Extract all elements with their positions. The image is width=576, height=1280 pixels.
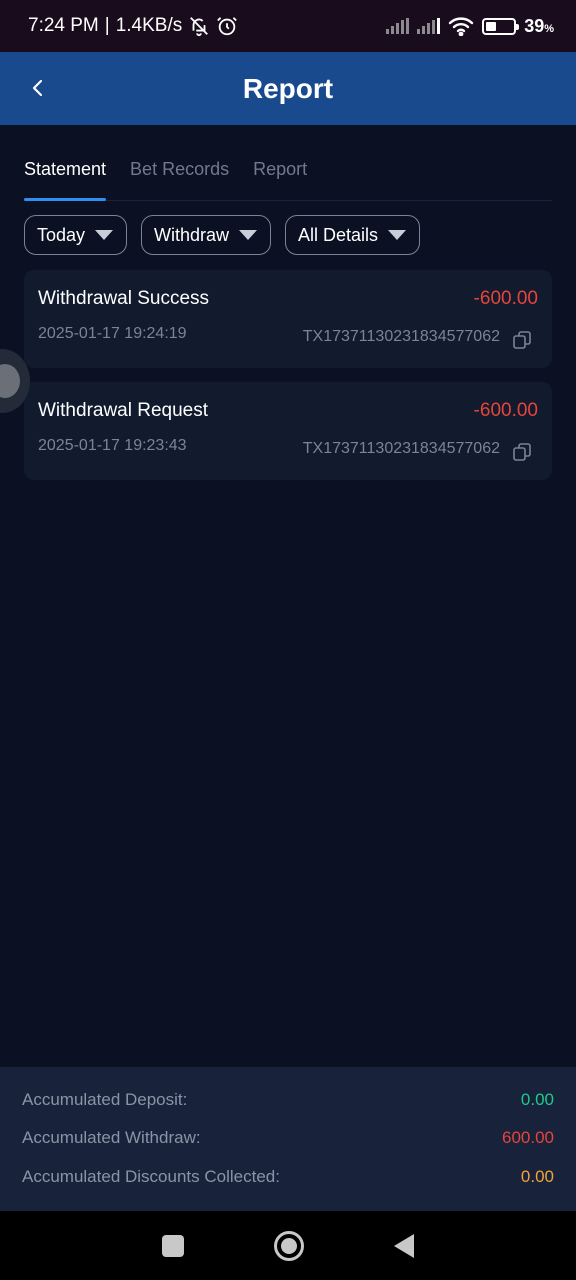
wifi-icon [448, 17, 474, 36]
summary-withdraw-row: Accumulated Withdraw: 600.00 [22, 1126, 554, 1150]
summary-panel: Accumulated Deposit: 0.00 Accumulated Wi… [0, 1067, 576, 1211]
type-filter-label: Withdraw [154, 224, 230, 245]
deposit-value: 0.00 [520, 1090, 554, 1109]
record-amount: -600.00 [473, 288, 538, 309]
copy-icon[interactable] [512, 330, 532, 350]
home-icon[interactable] [274, 1230, 304, 1261]
tab-report[interactable]: Report [253, 145, 307, 200]
type-filter-dropdown[interactable]: Withdraw [141, 215, 271, 255]
battery-percent: 39% [524, 15, 554, 36]
discounts-label: Accumulated Discounts Collected: [22, 1167, 280, 1186]
summary-discounts-row: Accumulated Discounts Collected: 0.00 [22, 1165, 554, 1189]
status-separator: | [104, 15, 110, 36]
date-filter-label: Today [37, 224, 86, 245]
detail-filter-dropdown[interactable]: All Details [285, 215, 420, 255]
status-time: 7:24 PM [28, 15, 99, 36]
chevron-left-icon [32, 79, 43, 97]
battery-icon [482, 17, 520, 35]
withdraw-label: Accumulated Withdraw: [22, 1128, 201, 1147]
caret-down-icon [95, 230, 114, 240]
floating-ball-icon [0, 364, 20, 398]
record-title: Withdrawal Request [38, 400, 209, 421]
alarm-icon [217, 17, 238, 36]
signal-2-icon [417, 18, 441, 34]
record-transaction-id: TX17371130231834577062 [302, 440, 500, 457]
caret-down-icon [239, 230, 258, 240]
record-time: 2025-01-17 19:23:43 [38, 437, 187, 454]
battery-level [486, 21, 497, 31]
status-left: 7:24 PM | 1.4KB/s [28, 15, 238, 37]
signal-1-icon [386, 18, 410, 34]
summary-deposit-row: Accumulated Deposit: 0.00 [22, 1088, 554, 1112]
detail-filter-label: All Details [298, 224, 379, 245]
page-title: Report [242, 72, 334, 104]
record-title: Withdrawal Success [38, 288, 210, 309]
bell-off-icon [190, 17, 209, 37]
back-button[interactable] [22, 72, 54, 104]
list-item[interactable]: Withdrawal Request -600.00 2025-01-17 19… [24, 382, 552, 480]
record-amount: -600.00 [473, 400, 538, 421]
status-speed: 1.4KB/s [115, 15, 183, 36]
record-time: 2025-01-17 19:24:19 [38, 325, 187, 342]
record-transaction-id: TX17371130231834577062 [302, 328, 500, 345]
withdraw-value: 600.00 [502, 1128, 554, 1147]
filter-row: Today Withdraw All Details [24, 215, 420, 255]
discounts-value: 0.00 [520, 1167, 554, 1186]
system-nav-bar [0, 1211, 576, 1280]
deposit-label: Accumulated Deposit: [22, 1090, 188, 1109]
list-item[interactable]: Withdrawal Success -600.00 2025-01-17 19… [24, 270, 552, 368]
copy-icon[interactable] [512, 442, 532, 462]
recents-icon[interactable] [162, 1234, 184, 1257]
status-bar: 7:24 PM | 1.4KB/s 39% [0, 0, 576, 52]
tab-bet-records[interactable]: Bet Records [130, 145, 229, 200]
status-right: 39% [386, 16, 554, 37]
tab-statement[interactable]: Statement [24, 145, 107, 201]
date-filter-dropdown[interactable]: Today [24, 215, 127, 255]
app-header: Report [0, 52, 576, 125]
back-triangle-icon[interactable] [394, 1233, 414, 1258]
tab-bar: Statement Bet Records Report [24, 145, 552, 201]
caret-down-icon [388, 230, 407, 240]
